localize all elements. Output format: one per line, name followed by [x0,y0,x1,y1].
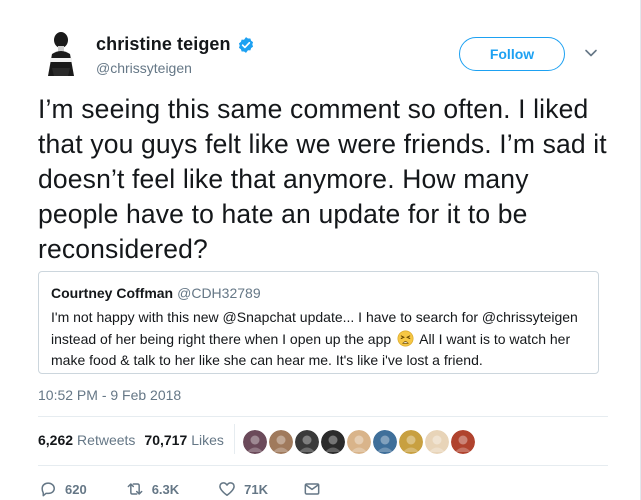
retweets-label[interactable]: Retweets [77,432,135,448]
likes-count[interactable]: 70,717 [144,432,187,448]
quoted-tweet-header: Courtney Coffman @CDH32789 [51,285,261,301]
reply-count: 620 [65,481,87,497]
liker-avatar[interactable] [243,430,267,454]
liker-avatar[interactable] [451,430,475,454]
author-display-name[interactable]: christine teigen [96,34,231,55]
like-action[interactable]: 71K [217,479,268,499]
liker-avatar[interactable] [399,430,423,454]
like-count: 71K [244,481,269,497]
quoted-tweet-text: I'm not happy with this new @Snapchat up… [51,307,591,372]
follow-button[interactable]: Follow [459,37,565,71]
liker-avatar[interactable] [321,430,345,454]
divider-bottom [38,465,608,466]
stats-separator [234,424,235,454]
quoted-author-name: Courtney Coffman [51,285,174,301]
reply-action[interactable]: 620 [38,479,87,499]
verified-badge-icon [237,36,255,54]
liker-avatar[interactable] [269,430,293,454]
retweet-icon [125,479,145,499]
liker-avatar[interactable] [347,430,371,454]
heart-icon [217,479,237,499]
likes-label[interactable]: Likes [191,432,224,448]
author-block: christine teigen @chrissyteigen [96,34,255,76]
avatar-image [38,28,84,78]
envelope-icon [302,479,322,499]
retweet-action[interactable]: 6.3K [125,479,179,499]
liker-avatar[interactable] [425,430,449,454]
liker-avatar[interactable] [295,430,319,454]
tweet-timestamp[interactable]: 10:52 PM - 9 Feb 2018 [38,387,181,403]
author-name-row: christine teigen [96,34,255,55]
liker-avatars [243,430,477,454]
divider-top [38,416,608,417]
retweet-count: 6.3K [151,481,180,497]
reply-icon [38,479,58,499]
tired-face-emoji-icon [397,330,414,347]
author-handle[interactable]: @chrissyteigen [96,60,255,76]
tweet-stats: 6,262 Retweets 70,717 Likes [38,424,235,454]
tweet-text: I’m seeing this same comment so often. I… [38,94,607,264]
liker-avatar[interactable] [373,430,397,454]
tweet-card: christine teigen @chrissyteigen Follow I… [0,0,641,500]
quoted-tweet[interactable]: Courtney Coffman @CDH32789 I'm not happy … [38,271,599,374]
tweet-actions: 620 6.3K 71K [38,479,322,499]
direct-message-action[interactable] [302,479,322,499]
tweet-header: christine teigen @chrissyteigen Follow [38,28,608,82]
avatar[interactable] [38,28,84,78]
chevron-down-icon[interactable] [584,46,598,60]
retweets-count[interactable]: 6,262 [38,432,73,448]
quoted-author-handle: @CDH32789 [177,285,261,301]
